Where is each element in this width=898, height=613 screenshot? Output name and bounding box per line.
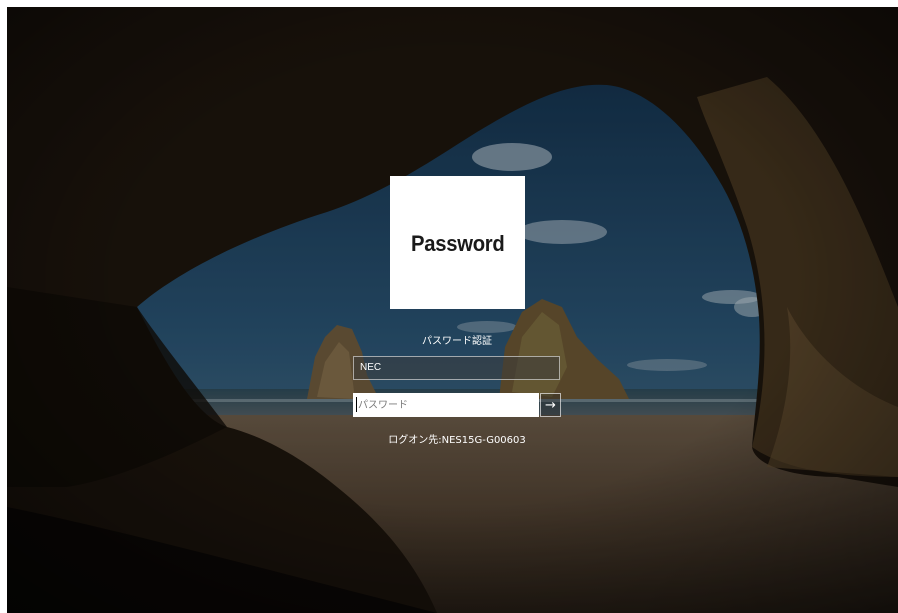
lock-screen: Password パスワード認証 NEC → ログオン先:NES15G-G006… xyxy=(7,7,898,613)
user-tile: Password xyxy=(390,176,525,309)
username-field[interactable]: NEC xyxy=(353,356,560,380)
user-tile-label: Password xyxy=(410,230,505,256)
submit-button[interactable]: → xyxy=(540,393,561,417)
logon-target-text: ログオン先:NES15G-G00603 xyxy=(388,435,526,446)
password-input[interactable] xyxy=(353,393,539,417)
background-wallpaper xyxy=(7,7,898,613)
arrow-right-icon: → xyxy=(545,397,556,413)
password-row: → xyxy=(353,393,561,417)
text-caret xyxy=(356,397,357,412)
auth-method-label: パスワード認証 xyxy=(422,336,492,347)
